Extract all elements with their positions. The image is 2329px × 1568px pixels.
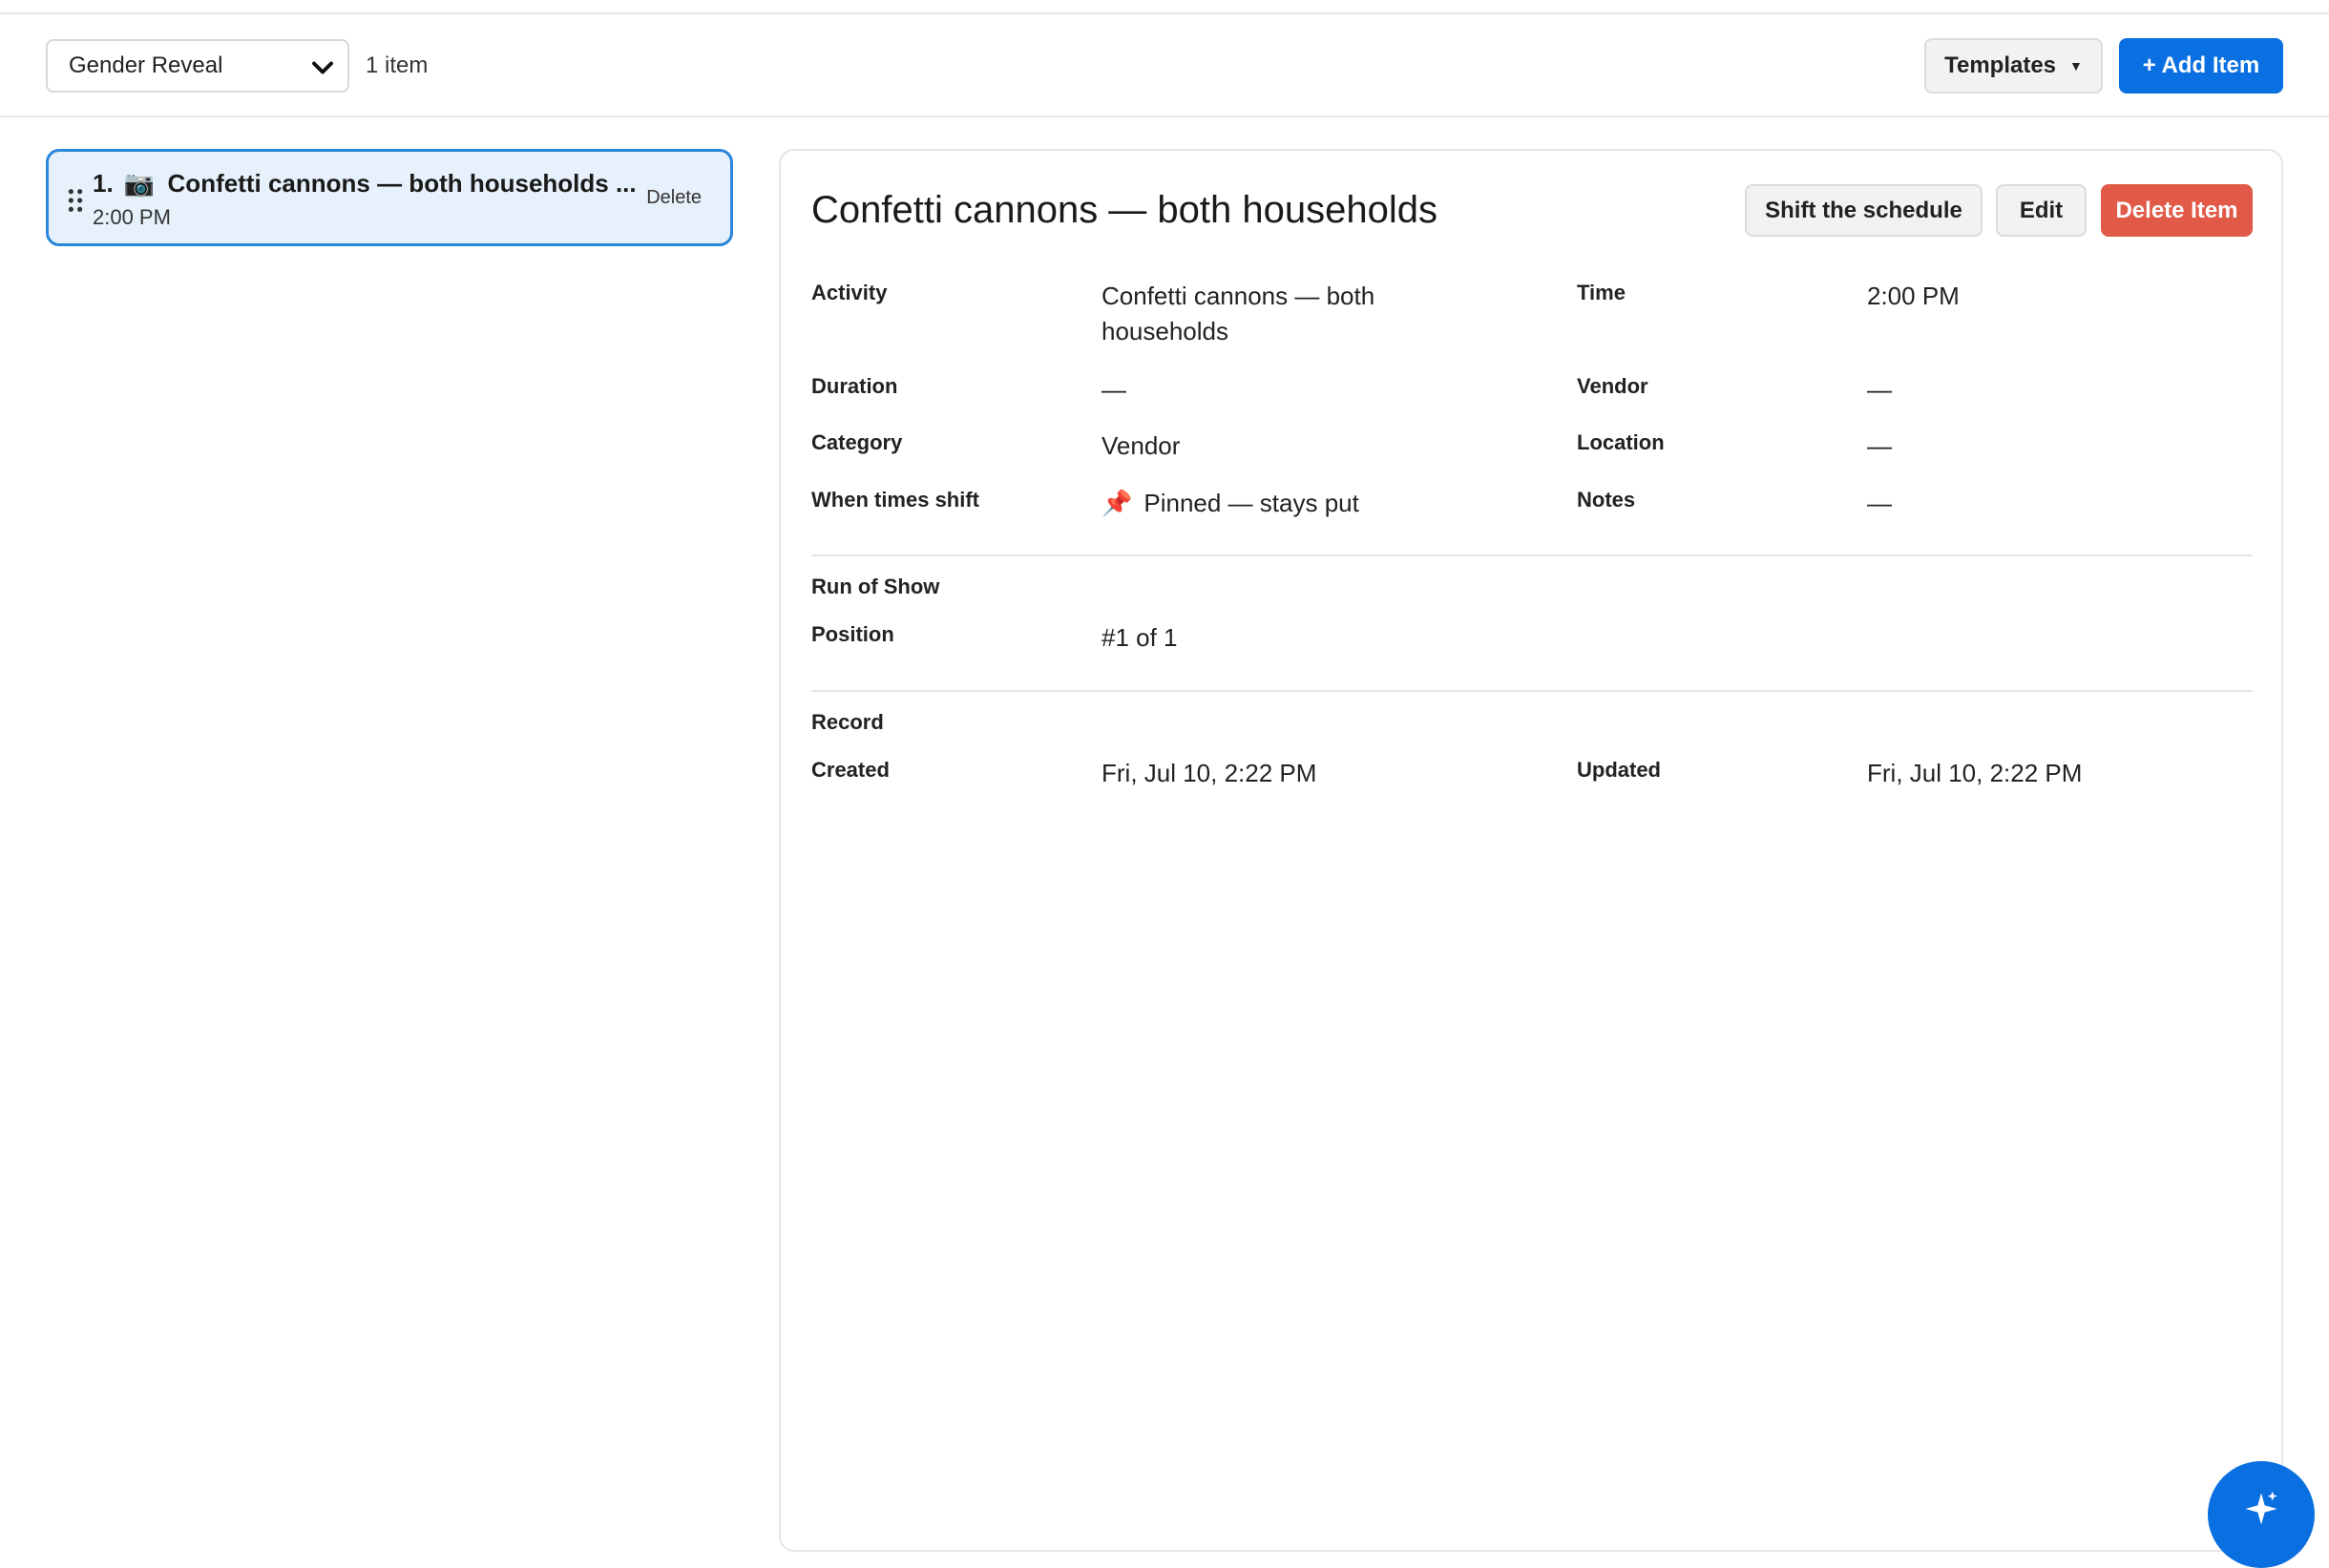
list-item-time: 2:00 PM (93, 205, 171, 229)
duration-label: Duration (811, 374, 898, 398)
category-label: Category (811, 430, 903, 454)
location-label: Location (1577, 430, 1665, 454)
shift-schedule-button[interactable]: Shift the schedule (1745, 184, 1983, 237)
list-item-title-row: 1. 📷 Confetti cannons — both households … (93, 169, 637, 199)
toolbar: Gender Reveal 1 item Templates ▼ + Add I… (0, 14, 2329, 117)
list-item-delete-button[interactable]: Delete (646, 187, 702, 209)
event-select-value: Gender Reveal (69, 52, 223, 78)
created-value: Fri, Jul 10, 2:22 PM (1102, 759, 1317, 787)
when-times-shift-label: When times shift (811, 488, 980, 512)
delete-item-button[interactable]: Delete Item (2101, 184, 2253, 237)
notes-value: — (1867, 489, 1892, 517)
item-count: 1 item (366, 52, 429, 78)
add-item-button[interactable]: + Add Item (2119, 38, 2283, 94)
drag-handle-icon[interactable] (66, 188, 85, 213)
assistant-fab-button[interactable] (2208, 1461, 2315, 1568)
event-select[interactable]: Gender Reveal (46, 39, 349, 93)
time-label: Time (1577, 281, 1626, 304)
list-item-number: 1. (93, 169, 114, 198)
time-value: 2:00 PM (1867, 282, 1960, 310)
chevron-down-icon (312, 61, 333, 74)
templates-button[interactable]: Templates ▼ (1924, 38, 2103, 94)
notes-label: Notes (1577, 488, 1636, 512)
updated-value: Fri, Jul 10, 2:22 PM (1867, 759, 2083, 787)
location-value: — (1867, 431, 1892, 460)
list-item[interactable]: 1. 📷 Confetti cannons — both households … (46, 149, 733, 246)
when-times-shift-text: Pinned — stays put (1144, 489, 1359, 517)
activity-value: Confetti cannons — both households (1102, 279, 1374, 349)
section-divider (811, 690, 2253, 692)
updated-label: Updated (1577, 758, 1661, 782)
section-divider (811, 554, 2253, 556)
camera-icon: 📷 (123, 169, 156, 198)
templates-label: Templates (1944, 52, 2057, 78)
caret-down-icon: ▼ (2069, 58, 2083, 73)
run-of-show-heading: Run of Show (811, 575, 940, 598)
detail-panel: Confetti cannons — both households Shift… (779, 149, 2283, 1552)
vendor-label: Vendor (1577, 374, 1648, 398)
edit-button[interactable]: Edit (1996, 184, 2087, 237)
list-item-title: Confetti cannons — both households ... (167, 169, 637, 198)
position-label: Position (811, 622, 894, 646)
activity-value-line1: Confetti cannons — both (1102, 282, 1375, 310)
when-times-shift-value: 📌 Pinned — stays put (1102, 486, 1359, 521)
category-value: Vendor (1102, 431, 1181, 460)
vendor-value: — (1867, 375, 1892, 404)
created-label: Created (811, 758, 890, 782)
activity-label: Activity (811, 281, 888, 304)
sparkle-icon (2245, 1491, 2277, 1525)
top-divider (0, 0, 2329, 14)
detail-title: Confetti cannons — both households (811, 189, 1437, 231)
record-heading: Record (811, 710, 884, 734)
duration-value: — (1102, 375, 1126, 404)
position-value: #1 of 1 (1102, 623, 1178, 652)
activity-value-line2: households (1102, 317, 1228, 345)
pin-icon: 📌 (1102, 489, 1133, 517)
